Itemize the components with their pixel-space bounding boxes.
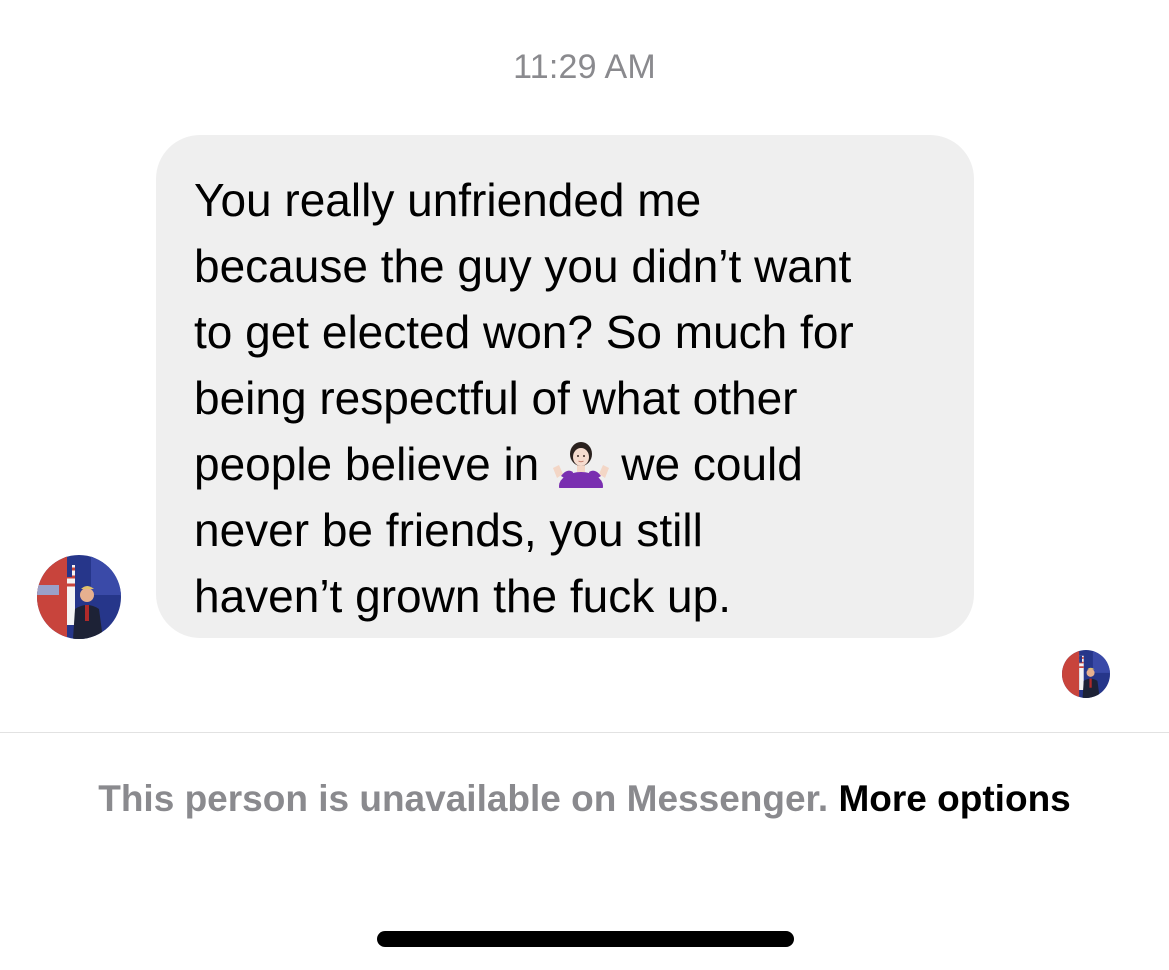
message-line: being respectful of what other — [194, 372, 798, 424]
composer-divider — [0, 732, 1169, 733]
home-indicator[interactable] — [377, 931, 794, 947]
message-line: to get elected won? So much for — [194, 306, 854, 358]
unavailable-notice-text: This person is unavailable on Messenger. — [98, 778, 829, 819]
seen-receipt-avatar-image — [1062, 650, 1110, 698]
message-line-with-emoji: people believe in we could — [194, 431, 944, 497]
message-timestamp: 11:29 AM — [513, 48, 656, 86]
message-line-part: we could — [621, 438, 803, 490]
more-options-link[interactable]: More options — [838, 778, 1070, 819]
sender-avatar-image — [37, 555, 121, 639]
person-shrugging-emoji-icon — [553, 442, 610, 488]
message-line: You really unfriended me — [194, 174, 702, 226]
message-line: never be friends, you still — [194, 504, 703, 556]
seen-receipt-avatar — [1062, 650, 1110, 698]
message-bubble[interactable]: You really unfriended me because the guy… — [156, 135, 974, 638]
message-line-part: people believe in — [194, 438, 540, 490]
message-line: haven’t grown the fuck up. — [194, 570, 731, 622]
message-line: because the guy you didn’t want — [194, 240, 852, 292]
unavailable-notice: This person is unavailable on Messenger.… — [0, 776, 1169, 822]
sender-avatar[interactable] — [37, 555, 121, 639]
